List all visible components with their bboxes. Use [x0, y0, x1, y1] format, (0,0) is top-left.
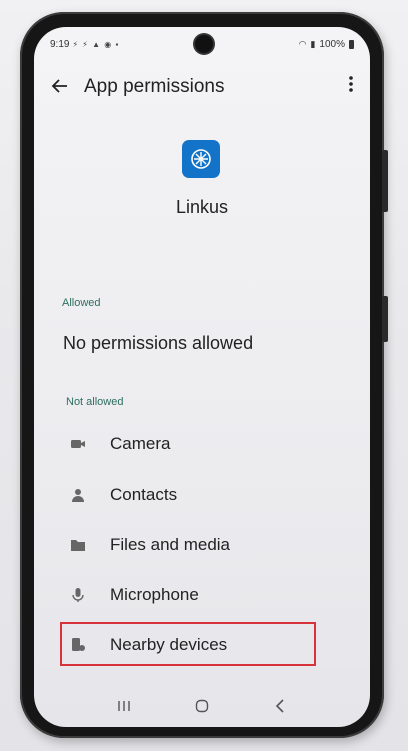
back-button[interactable] — [265, 695, 295, 717]
linkus-app-icon — [182, 140, 220, 178]
permission-item-files-and-media[interactable]: Files and media — [34, 526, 370, 566]
power-button — [382, 296, 388, 342]
allowed-section-label: Allowed — [62, 297, 101, 309]
app-bar: App permissions — [34, 72, 370, 102]
notification-icons: ⚡ ⚡ ▲ ◉ ▪ — [72, 40, 120, 49]
permission-label: Files and media — [110, 535, 231, 554]
volume-button — [382, 150, 388, 212]
no-permissions-text: No permissions allowed — [63, 333, 254, 353]
microphone-icon — [72, 588, 84, 602]
permission-label: Contacts — [110, 485, 178, 504]
app-name: Linkus — [175, 197, 229, 217]
signal-icon: ▮ — [310, 39, 316, 49]
status-time: 9:19 — [50, 39, 70, 50]
screen: 9:19 ⚡ ⚡ ▲ ◉ ▪ ◠ ▮ 100% App permissions … — [34, 27, 370, 727]
person-icon — [72, 489, 84, 502]
highlight-box — [60, 622, 316, 666]
wifi-icon: ◠ — [298, 39, 307, 49]
permission-label: Microphone — [110, 585, 199, 604]
not-allowed-section-label: Not allowed — [66, 396, 124, 408]
recents-button[interactable] — [109, 695, 139, 717]
camera-icon — [71, 440, 85, 448]
battery-percent: 100% — [319, 39, 345, 50]
page-title: App permissions — [84, 76, 225, 97]
folder-icon — [71, 540, 85, 551]
home-button[interactable] — [187, 695, 217, 717]
back-arrow-icon[interactable] — [50, 76, 70, 96]
permission-item-microphone[interactable]: Microphone — [34, 576, 370, 616]
permission-item-contacts[interactable]: Contacts — [34, 476, 370, 516]
front-camera — [195, 35, 213, 53]
battery-icon — [349, 40, 354, 49]
permission-label: Camera — [110, 434, 171, 453]
more-options-icon[interactable] — [346, 75, 356, 97]
navigation-bar — [34, 687, 370, 727]
permission-item-camera[interactable]: Camera — [34, 425, 370, 465]
